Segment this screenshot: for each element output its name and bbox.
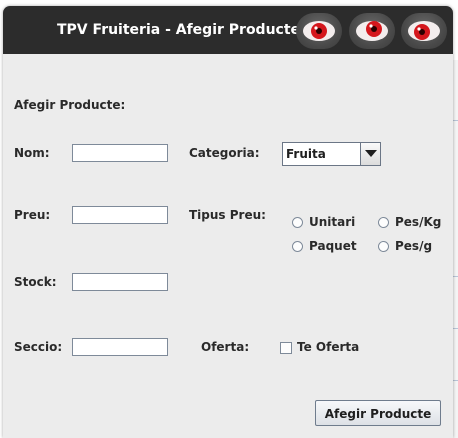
form-panel: Afegir Producte: Nom: Categoria: Fruita … xyxy=(3,54,453,438)
radio-unitari-label: Unitari xyxy=(309,215,356,229)
section-label: Seccio: xyxy=(14,340,63,354)
eye-icon xyxy=(356,21,388,41)
price-label: Preu: xyxy=(14,208,51,222)
category-label: Categoria: xyxy=(189,146,260,160)
add-product-button[interactable]: Afegir Producte xyxy=(315,400,441,426)
minimize-eye-button[interactable] xyxy=(296,13,342,49)
chevron-down-icon xyxy=(365,150,377,157)
radio-paquet[interactable] xyxy=(292,241,303,252)
add-product-dialog: TPV Fruiteria - Afegir Producte Afegir P… xyxy=(3,6,453,438)
maximize-eye-button[interactable] xyxy=(349,13,395,49)
name-label: Nom: xyxy=(14,146,50,160)
price-type-label: Tipus Preu: xyxy=(189,208,266,222)
eye-icon xyxy=(408,21,440,41)
category-selected-value: Fruita xyxy=(286,147,326,161)
radio-unitari[interactable] xyxy=(292,217,303,228)
form-heading: Afegir Producte: xyxy=(14,98,126,112)
stock-label: Stock: xyxy=(14,275,57,289)
window-title: TPV Fruiteria - Afegir Producte xyxy=(57,22,301,38)
section-input[interactable] xyxy=(72,338,168,356)
radio-pes-kg[interactable] xyxy=(378,217,389,228)
category-select[interactable]: Fruita xyxy=(282,142,381,166)
category-dropdown-button[interactable] xyxy=(360,143,380,165)
offer-checkbox[interactable] xyxy=(280,342,292,354)
radio-pes-kg-label: Pes/Kg xyxy=(395,215,442,229)
eye-icon xyxy=(303,21,335,41)
name-input[interactable] xyxy=(72,144,168,162)
offer-checkbox-label: Te Oferta xyxy=(297,340,360,354)
close-eye-button[interactable] xyxy=(401,13,447,49)
offer-label: Oferta: xyxy=(201,340,250,354)
radio-pes-g-label: Pes/g xyxy=(395,239,433,253)
radio-paquet-label: Paquet xyxy=(309,239,357,253)
title-bar[interactable]: TPV Fruiteria - Afegir Producte xyxy=(3,6,453,54)
radio-pes-g[interactable] xyxy=(378,241,389,252)
price-input[interactable] xyxy=(72,206,168,224)
stock-input[interactable] xyxy=(72,273,168,291)
